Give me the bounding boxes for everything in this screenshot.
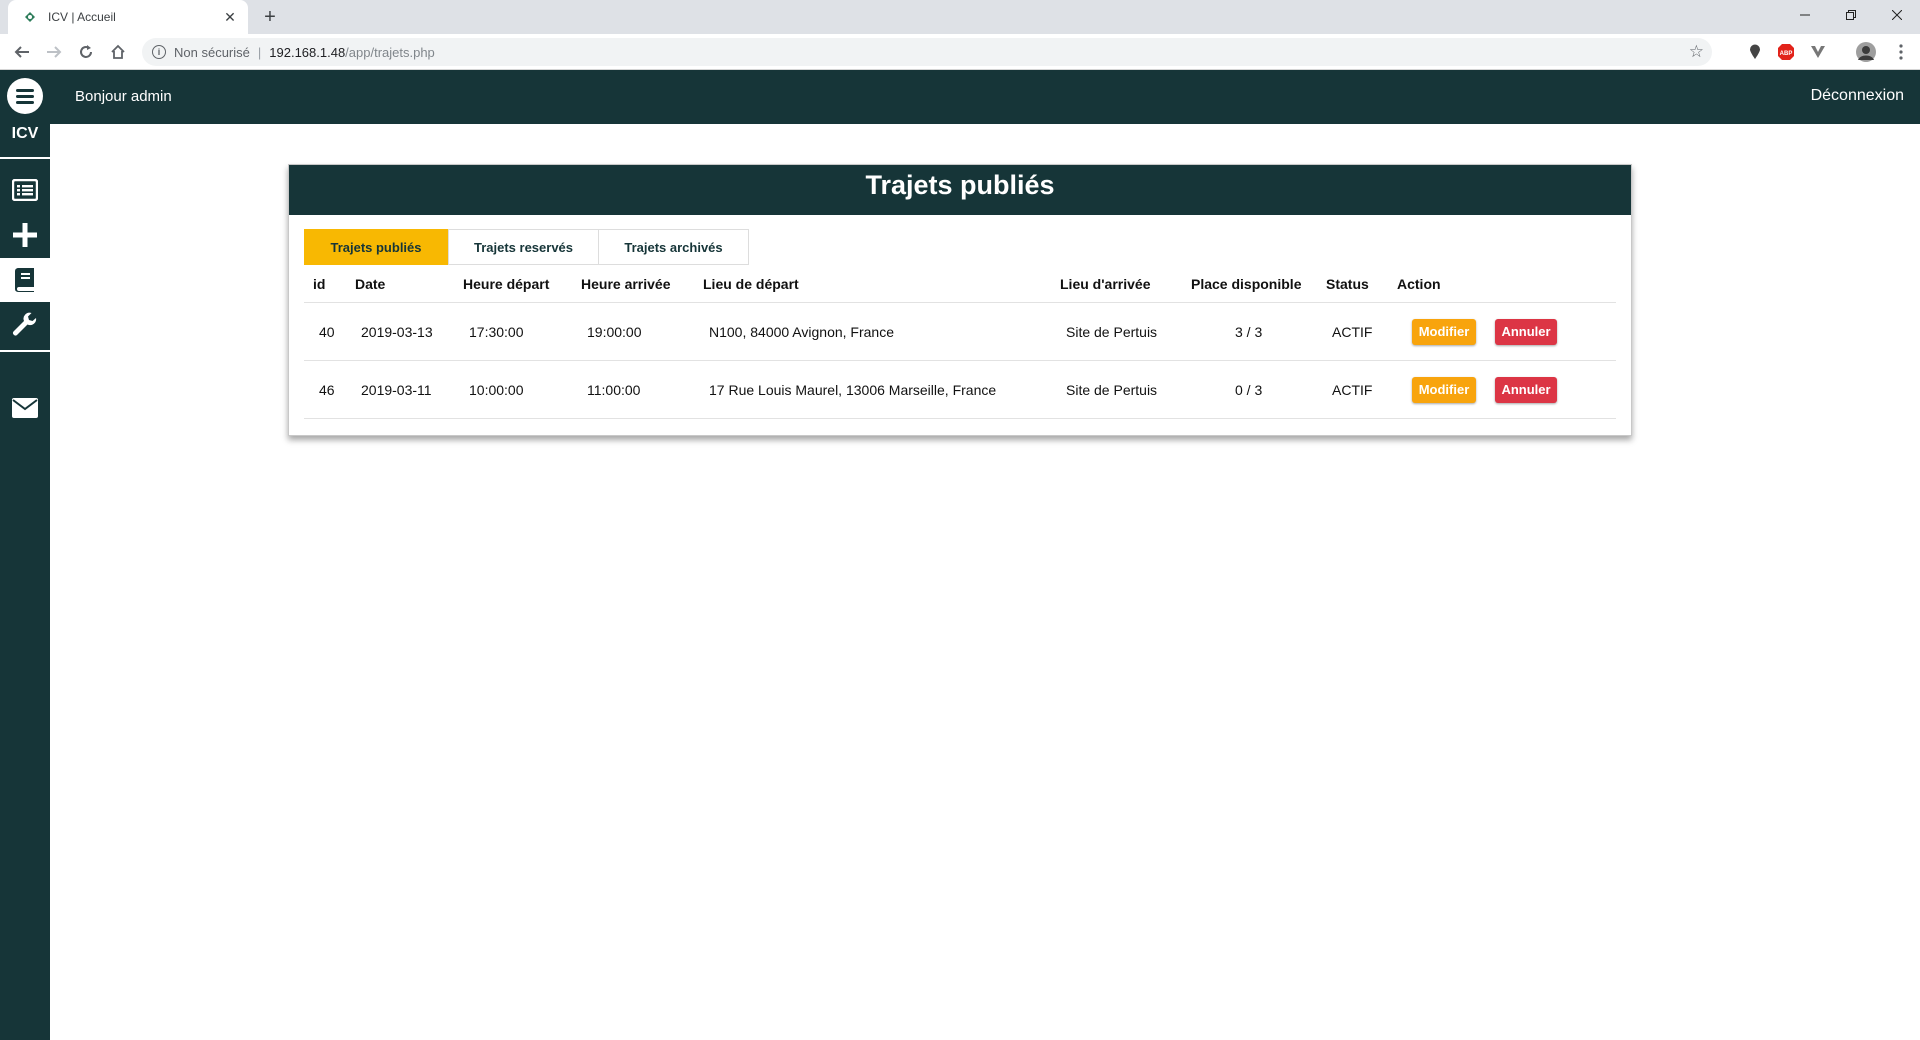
cancel-button[interactable]: Annuler	[1495, 376, 1557, 403]
top-bar: Bonjour admin Déconnexion	[50, 70, 1920, 124]
cell-arrival-time: 11:00:00	[587, 381, 641, 398]
new-tab-button[interactable]: +	[258, 5, 282, 29]
cell-seats: 0 / 3	[1235, 381, 1263, 398]
security-label: Non sécurisé	[174, 44, 250, 60]
address-bar[interactable]: i Non sécurisé | 192.168.1.48 /app/traje…	[142, 38, 1712, 66]
cell-arrival-time: 19:00:00	[587, 323, 642, 340]
close-window-icon[interactable]	[1874, 0, 1920, 30]
header-arrival-place: Lieu d'arrivée	[1060, 275, 1151, 292]
table-header: id Date Heure départ Heure arrivée Lieu …	[304, 265, 1616, 303]
cancel-button[interactable]: Annuler	[1495, 318, 1557, 345]
greeting-text: Bonjour admin	[75, 88, 172, 105]
header-arrival-time: Heure arrivée	[581, 275, 671, 292]
cell-id: 40	[319, 323, 335, 340]
header-seats: Place disponible	[1191, 275, 1302, 292]
cell-date: 2019-03-11	[361, 381, 432, 398]
back-icon[interactable]	[10, 40, 34, 64]
header-date: Date	[355, 275, 386, 292]
plus-icon[interactable]	[0, 213, 50, 257]
tab-archived[interactable]: Trajets archivés	[599, 229, 749, 265]
menu-icon[interactable]	[0, 77, 50, 115]
home-icon[interactable]	[106, 40, 130, 64]
book-icon[interactable]	[0, 258, 50, 302]
brand-logo: ICV	[11, 125, 39, 142]
table-row: 46 2019-03-11 10:00:00 11:00:00 17 Rue L…	[304, 361, 1616, 419]
header-status: Status	[1326, 275, 1369, 292]
modify-button[interactable]: Modifier	[1412, 318, 1476, 345]
logout-link[interactable]: Déconnexion	[1811, 87, 1904, 105]
sidebar-divider	[0, 157, 50, 159]
browser-toolbar: i Non sécurisé | 192.168.1.48 /app/traje…	[0, 34, 1920, 70]
window-controls	[1782, 0, 1920, 30]
trips-panel: Trajets publiés Trajets publiés Trajets …	[288, 164, 1632, 436]
wrench-icon[interactable]	[0, 303, 50, 347]
header-departure-place: Lieu de départ	[703, 275, 799, 292]
sidebar-divider	[0, 350, 50, 352]
cell-departure-time: 17:30:00	[469, 323, 524, 340]
header-departure-time: Heure départ	[463, 275, 550, 292]
modify-button[interactable]: Modifier	[1412, 376, 1476, 403]
cell-status: ACTIF	[1332, 381, 1373, 398]
cell-departure-place: N100, 84000 Avignon, France	[709, 323, 894, 340]
sidebar: ICV	[0, 70, 50, 1040]
cell-arrival-place: Site de Pertuis	[1066, 323, 1158, 340]
profile-avatar[interactable]	[1855, 41, 1877, 63]
envelope-icon[interactable]	[0, 388, 50, 428]
tab-reserved[interactable]: Trajets reservés	[448, 229, 599, 265]
cell-status: ACTIF	[1332, 323, 1373, 340]
tab-published[interactable]: Trajets publiés	[304, 229, 448, 265]
header-action: Action	[1397, 275, 1441, 292]
forward-icon[interactable]	[42, 40, 66, 64]
cell-departure-place: 17 Rue Louis Maurel, 13006 Marseille, Fr…	[709, 381, 997, 398]
svg-text:ABP: ABP	[1780, 51, 1793, 57]
bookmark-star-icon[interactable]: ☆	[1689, 43, 1704, 61]
minimize-icon[interactable]	[1782, 0, 1828, 30]
restore-icon[interactable]	[1828, 0, 1874, 30]
reload-icon[interactable]	[74, 40, 98, 64]
tab-title: ICV | Accueil	[48, 10, 116, 24]
table-row: 40 2019-03-13 17:30:00 19:00:00 N100, 84…	[304, 303, 1616, 361]
browser-tab-strip: ICV | Accueil ✕ +	[0, 0, 1920, 34]
url-host: 192.168.1.48	[269, 44, 346, 60]
cell-departure-time: 10:00:00	[469, 381, 524, 398]
browser-tab[interactable]: ICV | Accueil ✕	[8, 0, 248, 34]
url-path: /app/trajets.php	[345, 44, 435, 60]
favicon-icon	[22, 9, 38, 25]
trip-tabs: Trajets publiés Trajets reservés Trajets…	[304, 229, 749, 265]
adblock-extension-icon[interactable]: ABP	[1777, 43, 1795, 61]
list-icon[interactable]	[0, 168, 50, 212]
panel-title: Trajets publiés	[289, 165, 1631, 215]
vpn-extension-icon[interactable]	[1809, 43, 1827, 61]
info-icon[interactable]: i	[152, 45, 166, 59]
trips-table: id Date Heure départ Heure arrivée Lieu …	[304, 265, 1616, 419]
url-separator: |	[257, 44, 262, 60]
cell-seats: 3 / 3	[1235, 323, 1263, 340]
cell-id: 46	[319, 381, 335, 398]
cell-date: 2019-03-13	[361, 323, 433, 340]
close-tab-icon[interactable]: ✕	[222, 9, 238, 25]
header-id: id	[313, 275, 326, 292]
browser-menu-icon[interactable]	[1892, 43, 1910, 61]
location-extension-icon[interactable]	[1746, 43, 1764, 61]
cell-arrival-place: Site de Pertuis	[1066, 381, 1158, 398]
